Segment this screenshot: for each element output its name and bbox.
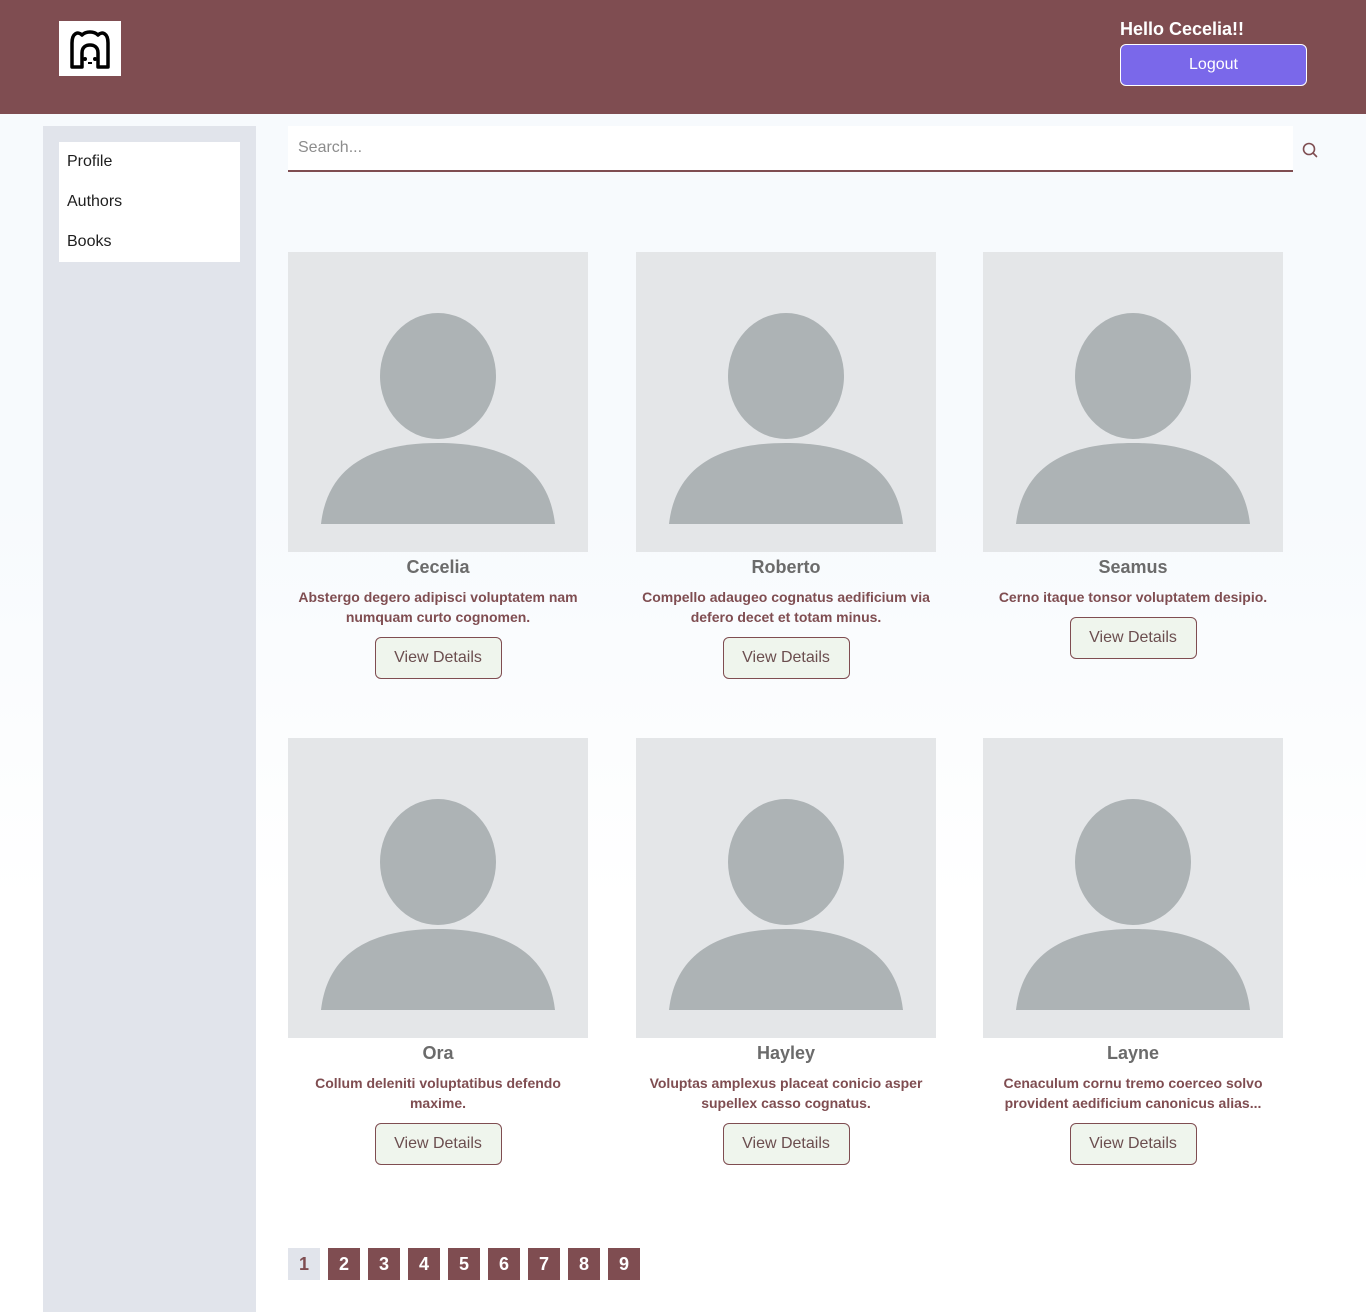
search-bar <box>288 126 1293 172</box>
author-card: Seamus Cerno itaque tonsor voluptatem des… <box>983 252 1283 659</box>
view-details-button[interactable]: View Details <box>374 637 502 679</box>
sidebar-item-profile[interactable]: Profile <box>59 142 240 182</box>
author-description: Voluptas amplexus placeat conicio asper … <box>649 1075 923 1111</box>
page-button[interactable]: 5 <box>448 1248 480 1280</box>
logout-button[interactable]: Logout <box>1120 44 1307 86</box>
author-description: Abstergo degero adipisci voluptatem nam … <box>298 589 578 625</box>
avatar-placeholder-icon <box>983 252 1283 552</box>
author-name: Ora <box>422 1043 454 1063</box>
page-button[interactable]: 1 <box>288 1248 320 1280</box>
view-details-button[interactable]: View Details <box>1069 1123 1197 1165</box>
author-description: Cenaculum cornu tremo coerceo solvo prov… <box>1003 1075 1263 1111</box>
page-button[interactable]: 8 <box>568 1248 600 1280</box>
author-card: Ora Collum deleniti voluptatibus defendo … <box>288 738 588 1165</box>
author-description: Cerno itaque tonsor voluptatem desipio. <box>998 589 1268 605</box>
user-greeting: Hello Cecelia!! <box>1120 19 1245 39</box>
pagination: 123456789 <box>288 1248 648 1280</box>
author-name: Seamus <box>1098 557 1168 577</box>
author-name: Roberto <box>751 557 821 577</box>
avatar-placeholder-icon <box>288 738 588 1038</box>
page-button[interactable]: 9 <box>608 1248 640 1280</box>
sidebar-menu: Profile Authors Books <box>59 142 240 262</box>
page-button[interactable]: 3 <box>368 1248 400 1280</box>
bear-logo-icon <box>70 29 110 69</box>
author-card: Cecelia Abstergo degero adipisci voluptat… <box>288 252 588 679</box>
author-name: Layne <box>1106 1043 1160 1063</box>
author-description: Compello adaugeo cognatus aedificium via… <box>642 589 930 625</box>
sidebar-item-books[interactable]: Books <box>59 222 240 262</box>
page-button[interactable]: 2 <box>328 1248 360 1280</box>
avatar-placeholder-icon <box>636 738 936 1038</box>
author-name: Hayley <box>756 1043 816 1063</box>
top-header: Hello Cecelia!! Logout <box>0 0 1366 114</box>
author-description: Collum deleniti voluptatibus defendo max… <box>315 1075 561 1111</box>
search-input[interactable] <box>288 126 1293 170</box>
avatar-placeholder-icon <box>983 738 1283 1038</box>
page-button[interactable]: 6 <box>488 1248 520 1280</box>
avatar-placeholder-icon <box>288 252 588 552</box>
page-button[interactable]: 7 <box>528 1248 560 1280</box>
sidebar: Profile Authors Books <box>43 126 256 1312</box>
sidebar-item-authors[interactable]: Authors <box>59 182 240 222</box>
logo[interactable] <box>59 21 121 76</box>
search-icon[interactable] <box>1300 140 1320 160</box>
author-card: Hayley Voluptas amplexus placeat conicio … <box>636 738 936 1165</box>
view-details-button[interactable]: View Details <box>374 1123 502 1165</box>
page-button[interactable]: 4 <box>408 1248 440 1280</box>
view-details-button[interactable]: View Details <box>722 1123 850 1165</box>
author-name: Cecelia <box>406 557 470 577</box>
author-card: Layne Cenaculum cornu tremo coerceo solvo… <box>983 738 1283 1165</box>
view-details-button[interactable]: View Details <box>1069 617 1197 659</box>
avatar-placeholder-icon <box>636 252 936 552</box>
author-card: Roberto Compello adaugeo cognatus aedific… <box>636 252 936 679</box>
view-details-button[interactable]: View Details <box>722 637 850 679</box>
